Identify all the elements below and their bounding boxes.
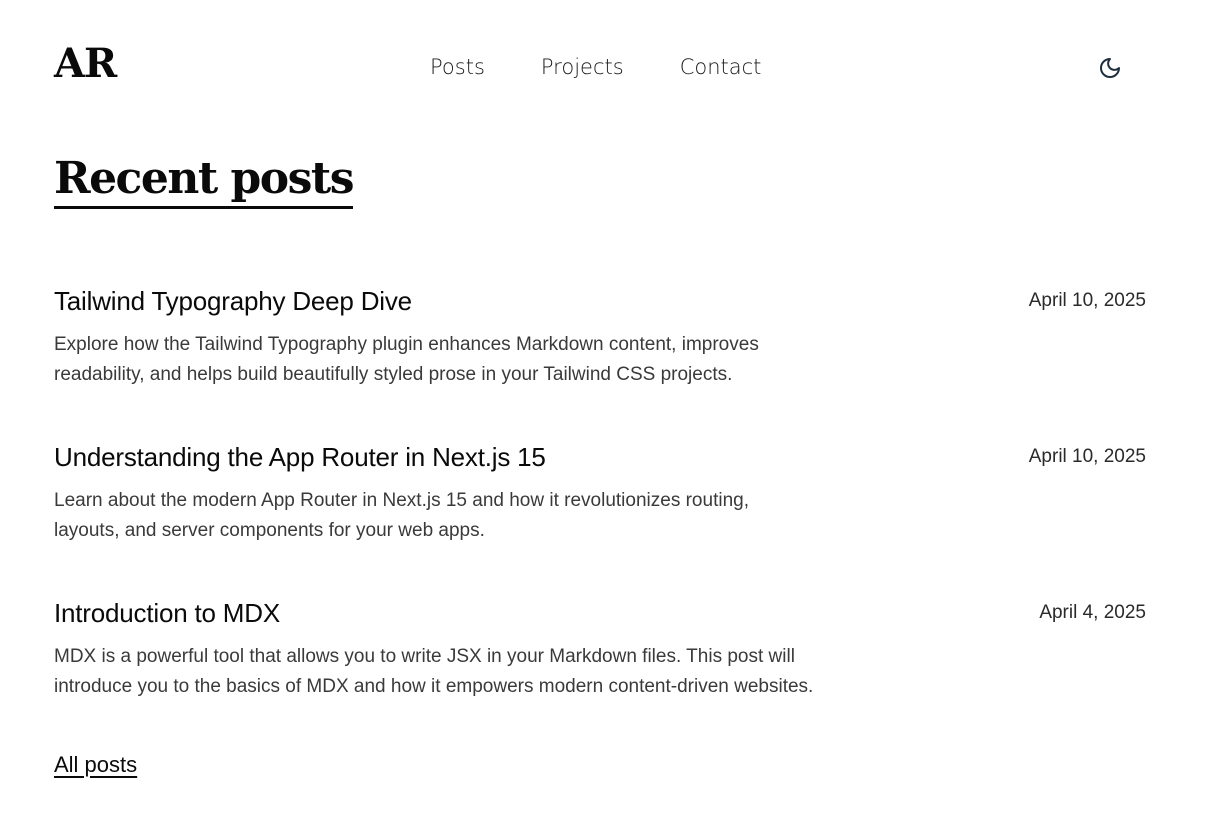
post-description: Learn about the modern App Router in Nex… (54, 490, 749, 542)
post-description: Explore how the Tailwind Typography plug… (54, 334, 759, 386)
post-date: April 4, 2025 (1039, 602, 1146, 623)
posts-list: Tailwind Typography Deep Dive April 10, … (54, 286, 1146, 754)
site-logo[interactable]: AR (54, 44, 117, 84)
nav-link-posts[interactable]: Posts (430, 55, 485, 80)
post-date: April 10, 2025 (1028, 446, 1146, 467)
nav-link-contact[interactable]: Contact (680, 55, 762, 80)
list-item: Introduction to MDX April 4, 2025 MDX is… (54, 598, 1146, 754)
moon-icon (1100, 58, 1120, 78)
post-title-link[interactable]: Understanding the App Router in Next.js … (54, 442, 1146, 473)
post-title-link[interactable]: Tailwind Typography Deep Dive (54, 286, 1146, 317)
page: AR Posts Projects Contact Recent posts T… (0, 0, 1231, 832)
post-description: MDX is a powerful tool that allows you t… (54, 646, 814, 698)
theme-toggle-button[interactable] (1096, 54, 1124, 82)
all-posts-link[interactable]: All posts (54, 752, 137, 778)
site-header: AR Posts Projects Contact (54, 40, 1146, 96)
list-item: Tailwind Typography Deep Dive April 10, … (54, 286, 1146, 442)
page-title: Recent posts (54, 155, 354, 210)
main-nav: Posts Projects Contact (430, 55, 761, 80)
post-title-link[interactable]: Introduction to MDX (54, 598, 1146, 629)
nav-link-projects[interactable]: Projects (541, 55, 624, 80)
post-date: April 10, 2025 (1028, 290, 1146, 311)
list-item: Understanding the App Router in Next.js … (54, 442, 1146, 598)
